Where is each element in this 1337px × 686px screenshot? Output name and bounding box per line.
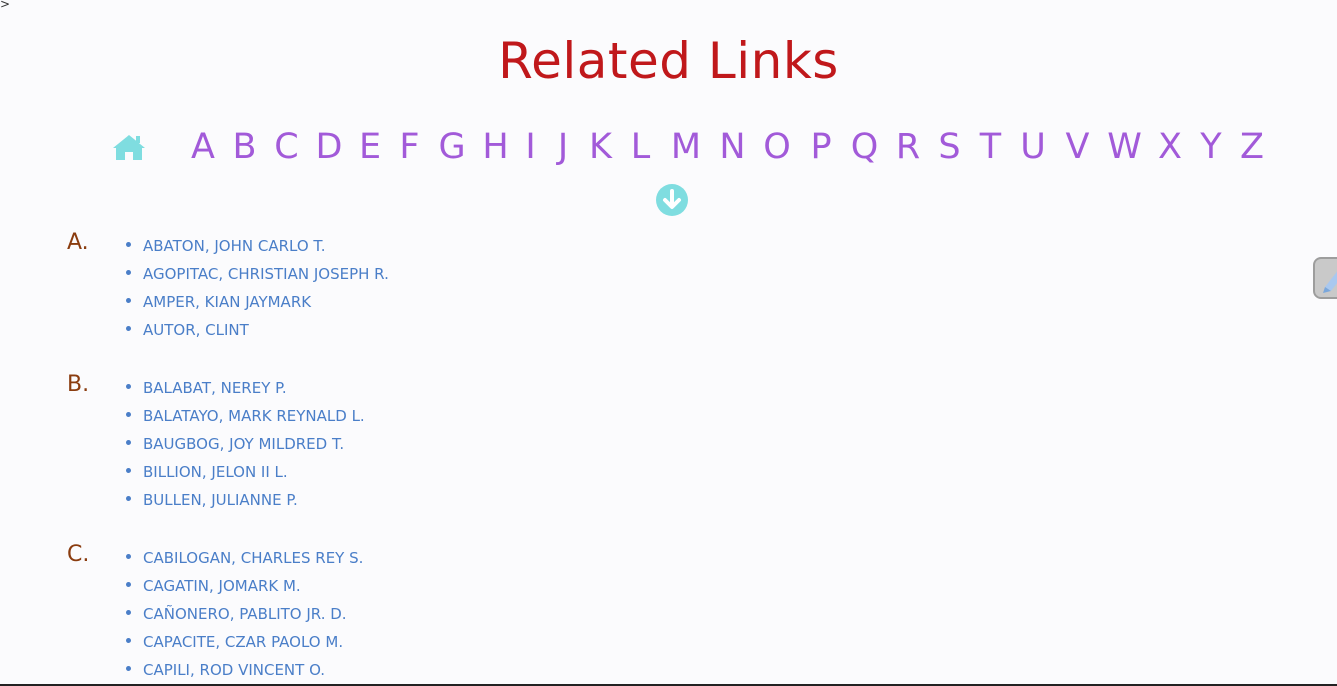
letter-link-a[interactable]: A [182, 127, 224, 167]
letter-link-l[interactable]: L [620, 127, 661, 167]
bullet-icon [126, 554, 131, 559]
section-letter: B. [67, 372, 90, 397]
bullet-icon [126, 440, 131, 445]
name-link[interactable]: AGOPITAC, CHRISTIAN JOSEPH R. [143, 265, 389, 283]
letter-link-s[interactable]: S [929, 127, 970, 167]
list-item: BULLEN, JULIANNE P. [126, 484, 1337, 512]
name-link[interactable]: BILLION, JELON II L. [143, 463, 288, 481]
name-link[interactable]: CAPILI, ROD VINCENT O. [143, 661, 325, 679]
bullet-icon [126, 270, 131, 275]
list-item: AGOPITAC, CHRISTIAN JOSEPH R. [126, 258, 1337, 286]
letter-link-r[interactable]: R [887, 127, 929, 167]
page-title: Related Links [498, 32, 839, 90]
name-list: ABATON, JOHN CARLO T. AGOPITAC, CHRISTIAN… [0, 230, 1337, 342]
name-link[interactable]: AMPER, KIAN JAYMARK [143, 293, 311, 311]
list-item: ABATON, JOHN CARLO T. [126, 230, 1337, 258]
list-item: BALATAYO, MARK REYNALD L. [126, 400, 1337, 428]
home-link[interactable] [106, 124, 152, 170]
name-link[interactable]: ABATON, JOHN CARLO T. [143, 237, 326, 255]
list-item: CABILOGAN, CHARLES REY S. [126, 542, 1337, 570]
letter-link-q[interactable]: Q [842, 127, 887, 167]
list-item: CAÑONERO, PABLITO JR. D. [126, 598, 1337, 626]
name-link[interactable]: BALATAYO, MARK REYNALD L. [143, 407, 365, 425]
arrow-circle-down-icon [656, 184, 688, 216]
name-link[interactable]: CAÑONERO, PABLITO JR. D. [143, 605, 347, 623]
letter-link-g[interactable]: G [429, 127, 475, 167]
letter-link-i[interactable]: I [516, 127, 545, 167]
section-letter: C. [67, 542, 90, 567]
bullet-icon [126, 468, 131, 473]
page: > Related Links ABCDEFGHIJKLMNOPQRSTUVWX… [0, 0, 1337, 686]
bullet-icon [126, 666, 131, 671]
bullet-icon [126, 242, 131, 247]
scroll-down-button[interactable] [656, 184, 688, 216]
bullet-icon [126, 326, 131, 331]
letter-link-w[interactable]: W [1100, 127, 1149, 167]
list-item: AUTOR, CLINT [126, 314, 1337, 342]
name-link[interactable]: BAUGBOG, JOY MILDRED T. [143, 435, 344, 453]
letter-link-f[interactable]: F [390, 127, 429, 167]
name-list: BALABAT, NEREY P. BALATAYO, MARK REYNALD … [0, 372, 1337, 512]
letter-link-h[interactable]: H [475, 127, 516, 167]
section-a: A. ABATON, JOHN CARLO T. AGOPITAC, CHRISTI… [0, 230, 1337, 342]
name-link[interactable]: BALABAT, NEREY P. [143, 379, 287, 397]
bullet-icon [126, 638, 131, 643]
name-link[interactable]: CAGATIN, JOMARK M. [143, 577, 301, 595]
list-item: CAPACITE, CZAR PAOLO M. [126, 626, 1337, 654]
letter-link-p[interactable]: P [800, 127, 842, 167]
corner-mark: > [0, 0, 11, 11]
side-edit-tab[interactable] [1313, 257, 1337, 299]
letter-link-m[interactable]: M [661, 127, 711, 167]
edit-pencil-icon [1323, 271, 1337, 293]
letter-link-e[interactable]: E [350, 127, 390, 167]
name-link[interactable]: CABILOGAN, CHARLES REY S. [143, 549, 363, 567]
bullet-icon [126, 496, 131, 501]
letter-link-b[interactable]: B [224, 127, 265, 167]
letter-link-y[interactable]: Y [1191, 127, 1231, 167]
bullet-icon [126, 610, 131, 615]
bullet-icon [126, 384, 131, 389]
name-list: CABILOGAN, CHARLES REY S. CAGATIN, JOMARK… [0, 542, 1337, 682]
home-icon [113, 135, 145, 160]
letter-link-u[interactable]: U [1011, 127, 1055, 167]
letter-link-c[interactable]: C [265, 127, 308, 167]
list-item: CAPILI, ROD VINCENT O. [126, 654, 1337, 682]
list-item: AMPER, KIAN JAYMARK [126, 286, 1337, 314]
name-link[interactable]: CAPACITE, CZAR PAOLO M. [143, 633, 343, 651]
section-c: C. CABILOGAN, CHARLES REY S. CAGATIN, JOMA… [0, 542, 1337, 682]
name-link[interactable]: AUTOR, CLINT [143, 321, 249, 339]
letter-links: ABCDEFGHIJKLMNOPQRSTUVWXYZ [182, 127, 1273, 167]
letter-link-t[interactable]: T [970, 127, 1011, 167]
section-b: B. BALABAT, NEREY P. BALATAYO, MARK REYNAL… [0, 372, 1337, 512]
alphabet-nav: ABCDEFGHIJKLMNOPQRSTUVWXYZ [106, 122, 1273, 172]
list-item: BAUGBOG, JOY MILDRED T. [126, 428, 1337, 456]
bullet-icon [126, 298, 131, 303]
list-item: BILLION, JELON II L. [126, 456, 1337, 484]
letter-link-o[interactable]: O [754, 127, 800, 167]
letter-link-j[interactable]: J [545, 127, 581, 167]
name-sections: A. ABATON, JOHN CARLO T. AGOPITAC, CHRISTI… [0, 230, 1337, 684]
name-link[interactable]: BULLEN, JULIANNE P. [143, 491, 298, 509]
list-item: BALABAT, NEREY P. [126, 372, 1337, 400]
letter-link-v[interactable]: V [1055, 127, 1100, 167]
list-item: CAGATIN, JOMARK M. [126, 570, 1337, 598]
letter-link-z[interactable]: Z [1231, 127, 1273, 167]
letter-link-n[interactable]: N [711, 127, 754, 167]
bullet-icon [126, 412, 131, 417]
letter-link-d[interactable]: D [308, 127, 350, 167]
letter-link-k[interactable]: K [581, 127, 620, 167]
bullet-icon [126, 582, 131, 587]
letter-link-x[interactable]: X [1149, 127, 1191, 167]
section-letter: A. [67, 230, 89, 255]
